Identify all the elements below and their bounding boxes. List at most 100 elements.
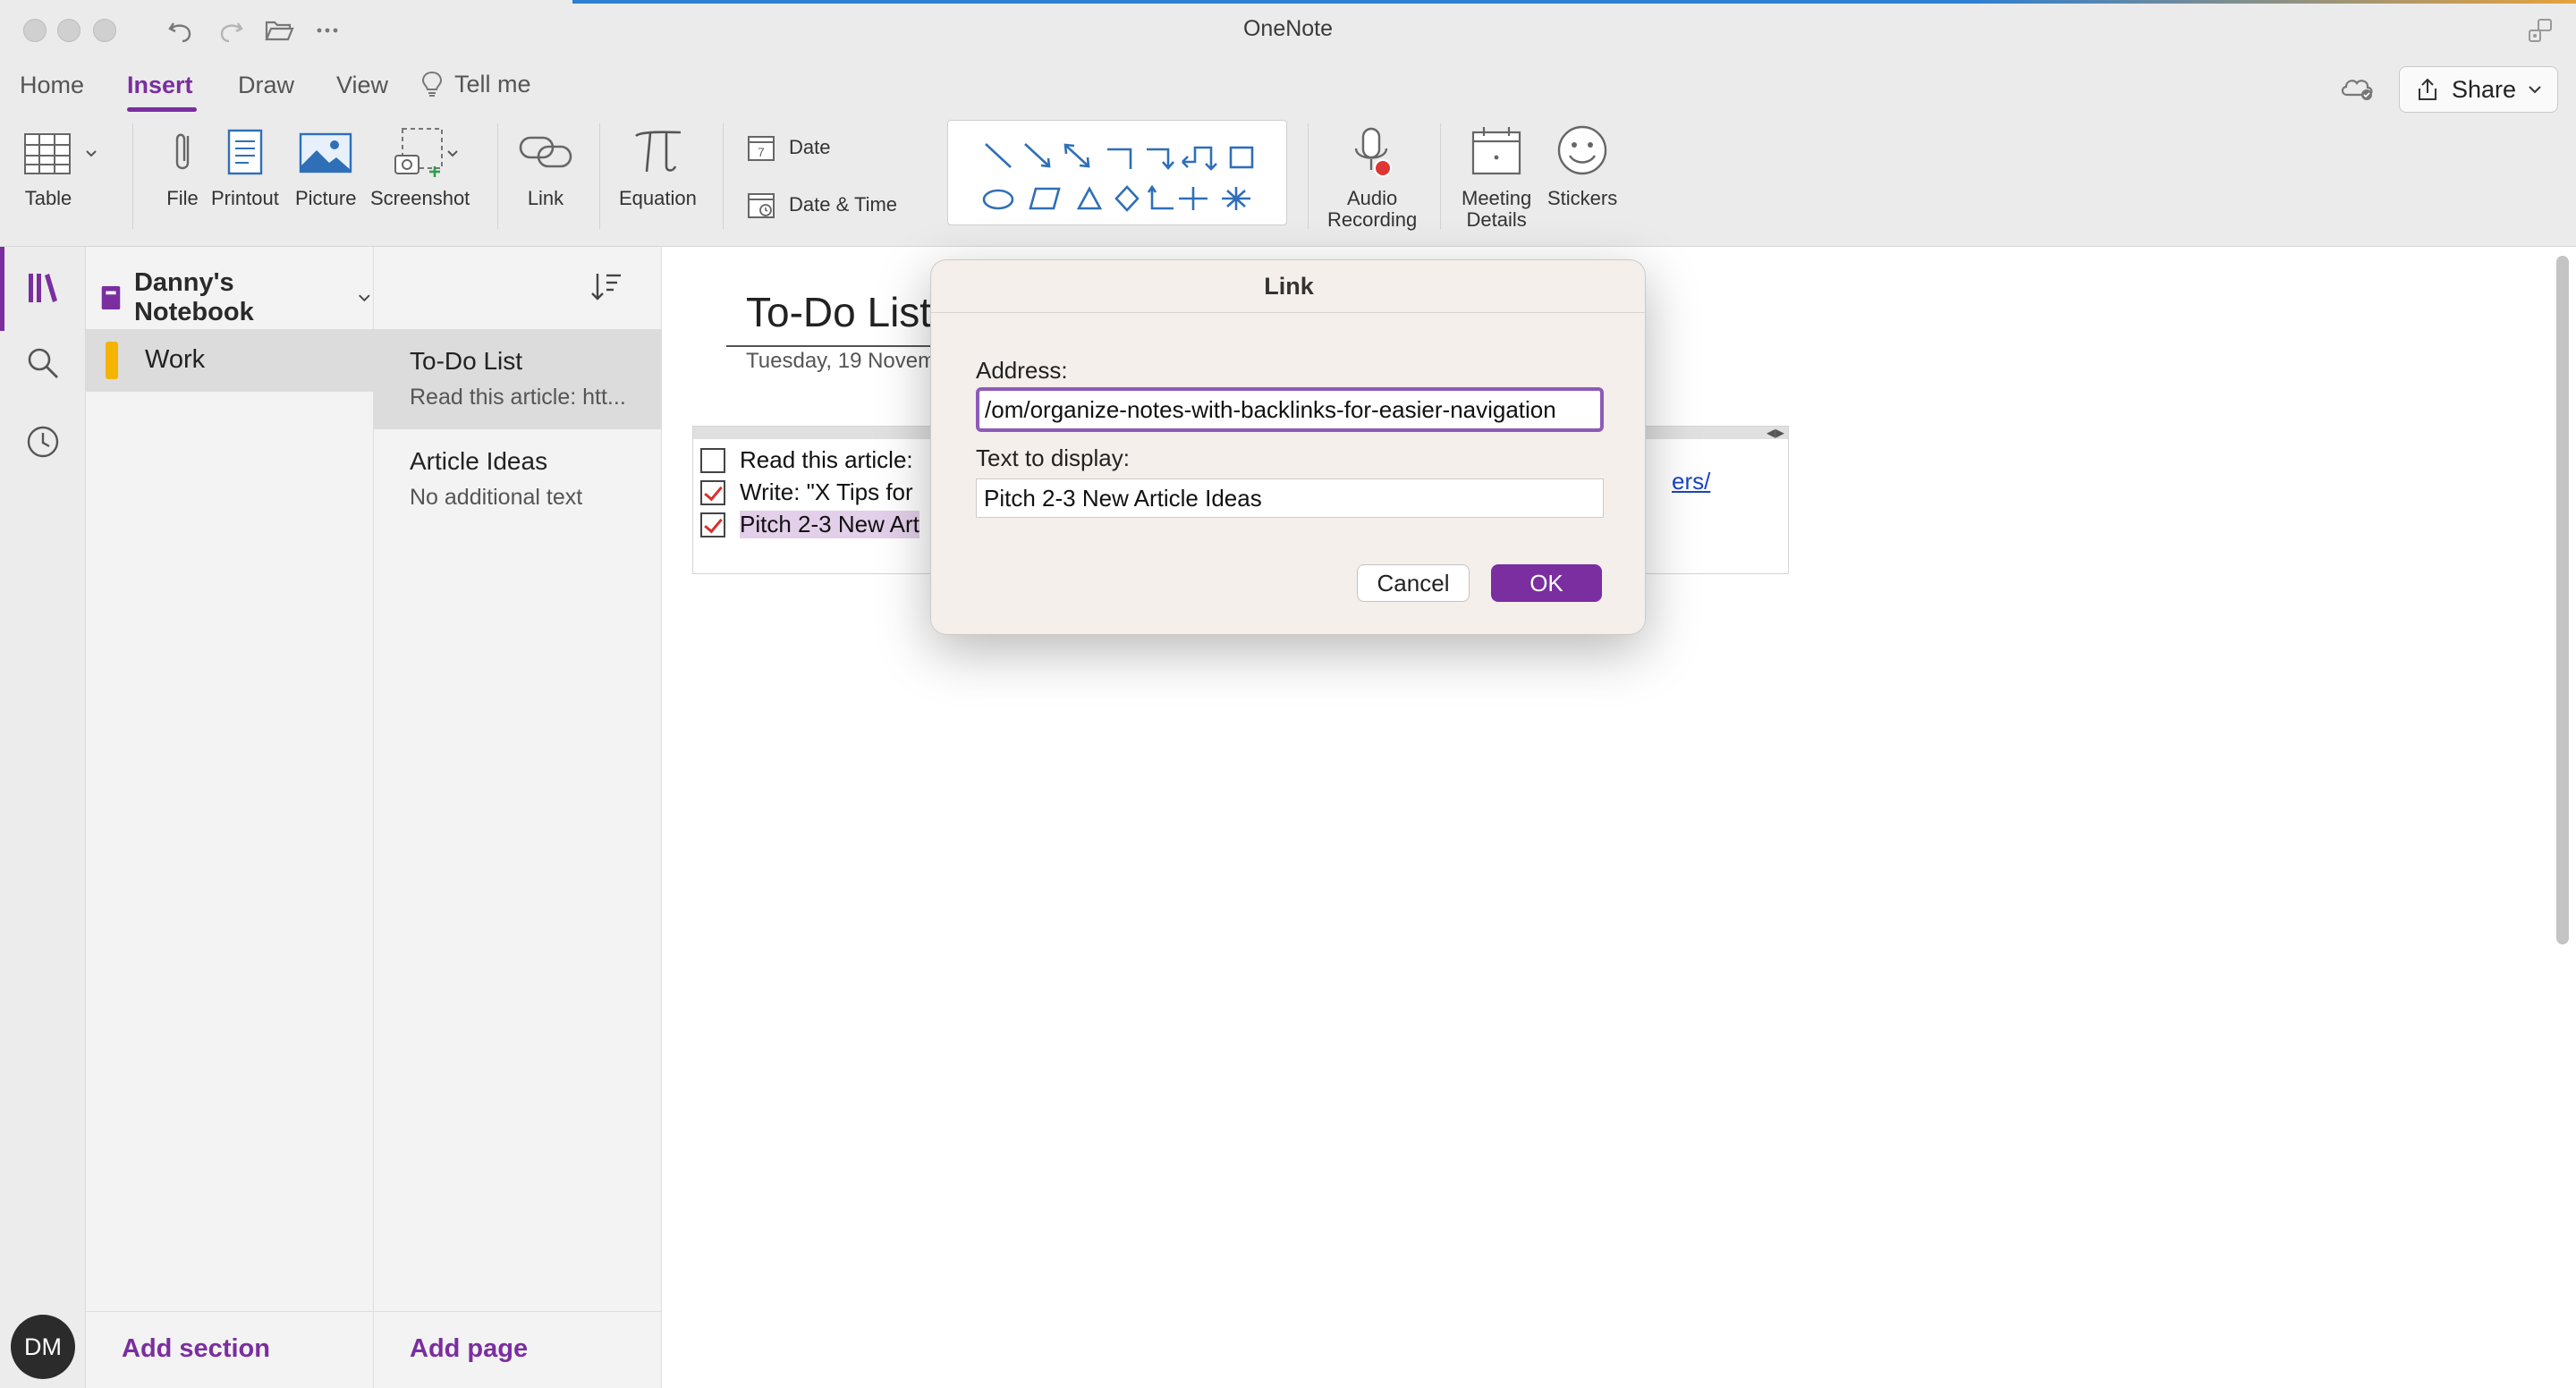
todo-item[interactable]: Read this article:	[700, 446, 913, 474]
table-label: Table	[24, 187, 72, 209]
hyperlink[interactable]: ers/	[1672, 468, 1710, 495]
link-icon	[519, 136, 572, 168]
ribbon-separator	[723, 123, 724, 229]
insert-ribbon: Table File Printout Picture Screenshot L…	[0, 114, 2576, 247]
text-to-display-input[interactable]	[976, 478, 1604, 518]
parallelogram-shape-icon	[1029, 187, 1061, 210]
todo-text: Write: "X Tips for	[740, 478, 913, 505]
search-icon[interactable]	[21, 342, 64, 385]
todo-checkbox-checked[interactable]	[700, 512, 725, 537]
tab-insert[interactable]: Insert	[127, 72, 193, 99]
tell-me-label: Tell me	[454, 70, 531, 97]
insert-screenshot-button[interactable]: Screenshot	[370, 122, 470, 209]
tab-view[interactable]: View	[336, 72, 388, 99]
sync-sessions-icon[interactable]	[2522, 13, 2558, 48]
page-title: To-Do List	[410, 347, 523, 375]
sync-status-cloud-icon[interactable]	[2338, 70, 2377, 106]
window-accent-line	[572, 0, 2576, 4]
cancel-button[interactable]: Cancel	[1357, 564, 1470, 602]
vertical-scrollbar[interactable]	[2556, 256, 2569, 944]
table-dropdown-chevron-icon[interactable]	[84, 148, 98, 159]
ellipse-shape-icon	[982, 189, 1014, 210]
page-item-to-do-list[interactable]: To-Do List Read this article: htt...	[374, 329, 662, 429]
divider	[86, 1311, 374, 1312]
share-icon	[2418, 78, 2436, 100]
meeting-calendar-icon	[1472, 127, 1521, 175]
elbow-connector-shape-icon	[1107, 148, 1132, 169]
calendar-day-number: 7	[758, 145, 765, 159]
audio-recording-label: Audio Recording	[1327, 188, 1417, 231]
add-section-button[interactable]: Add section	[122, 1334, 270, 1364]
text-to-display-label: Text to display:	[976, 444, 1130, 471]
active-tab-indicator	[127, 107, 197, 112]
audio-recording-button[interactable]: Audio Recording	[1327, 122, 1417, 231]
dialog-title: Link	[1264, 273, 1314, 300]
dialog-divider	[931, 312, 1647, 313]
page-snippet: Read this article: htt...	[410, 385, 626, 410]
page-item-article-ideas[interactable]: Article Ideas No additional text	[374, 429, 662, 529]
pi-equation-icon	[635, 131, 682, 173]
add-page-button[interactable]: Add page	[410, 1334, 528, 1364]
app-title: OneNote	[1242, 16, 1334, 41]
screenshot-dropdown-chevron-icon[interactable]	[445, 148, 460, 159]
section-item-work[interactable]: Work	[86, 329, 374, 392]
table-icon	[24, 133, 71, 174]
calendar-icon: 7	[748, 136, 775, 161]
insert-equation-button[interactable]: Equation	[619, 122, 697, 209]
address-label: Address:	[976, 357, 1068, 384]
diamond-shape-icon	[1114, 185, 1140, 212]
todo-item[interactable]: Pitch 2-3 New Art	[700, 511, 919, 538]
todo-text-highlighted: Pitch 2-3 New Art	[740, 511, 919, 538]
insert-link-button[interactable]: Link	[515, 122, 576, 209]
picture-icon	[300, 132, 352, 174]
ribbon-separator	[132, 123, 133, 229]
stickers-button[interactable]: Stickers	[1547, 122, 1617, 209]
smiley-sticker-icon	[1557, 125, 1607, 175]
ribbon-separator	[497, 123, 498, 229]
section-label: Work	[145, 345, 206, 374]
rail-active-indicator	[0, 247, 4, 331]
insert-table-button[interactable]: Table	[18, 122, 79, 209]
note-page-title[interactable]: To-Do List	[746, 288, 931, 336]
section-color-tab	[106, 342, 118, 379]
rectangle-shape-icon	[1229, 146, 1254, 169]
ribbon-tabs: Home Insert Draw View Tell me Share	[0, 61, 2576, 114]
share-button[interactable]: Share	[2399, 66, 2558, 113]
meeting-details-button[interactable]: Meeting Details	[1462, 122, 1531, 231]
insert-date-button[interactable]: 7 Date	[746, 132, 830, 163]
notebook-switcher[interactable]: Danny's Notebook	[98, 268, 373, 327]
todo-checkbox[interactable]	[700, 447, 725, 473]
paperclip-icon	[175, 133, 190, 170]
tab-draw[interactable]: Draw	[238, 72, 294, 99]
insert-picture-button[interactable]: Picture	[295, 122, 356, 209]
resize-arrows-icon[interactable]: ◂▸	[1767, 421, 1784, 444]
tell-me-search[interactable]: Tell me	[420, 70, 531, 98]
notebooks-library-icon[interactable]	[21, 267, 64, 309]
notebook-icon	[101, 285, 121, 310]
elbow-arrow-shape-icon	[1147, 148, 1174, 170]
todo-text: Read this article:	[740, 446, 913, 473]
user-avatar[interactable]: DM	[11, 1315, 75, 1379]
grid-axes-shape-icon	[1222, 187, 1250, 210]
todo-checkbox-checked[interactable]	[700, 479, 725, 505]
audio-label-line2: Recording	[1327, 208, 1418, 231]
page-title: Article Ideas	[410, 447, 548, 475]
todo-item[interactable]: Write: "X Tips for	[700, 478, 913, 506]
ok-button[interactable]: OK	[1491, 564, 1602, 602]
sections-panel: Danny's Notebook Work Add section	[86, 247, 374, 1388]
audio-label-line1: Audio	[1347, 187, 1398, 209]
title-bar: OneNote	[0, 0, 2576, 61]
shapes-gallery[interactable]	[947, 120, 1287, 225]
insert-printout-button[interactable]: Printout	[211, 122, 279, 209]
picture-label: Picture	[295, 187, 357, 209]
elbow-double-arrow-shape-icon	[1182, 146, 1217, 171]
tab-home[interactable]: Home	[20, 72, 84, 99]
printout-icon	[227, 129, 263, 175]
insert-file-button[interactable]: File	[152, 122, 213, 209]
screenshot-icon	[394, 128, 443, 177]
printout-label: Printout	[211, 187, 279, 209]
sort-pages-icon[interactable]	[587, 267, 626, 306]
insert-date-time-button[interactable]: Date & Time	[746, 190, 897, 220]
recent-notes-clock-icon[interactable]	[21, 420, 64, 463]
address-input[interactable]	[976, 387, 1604, 432]
